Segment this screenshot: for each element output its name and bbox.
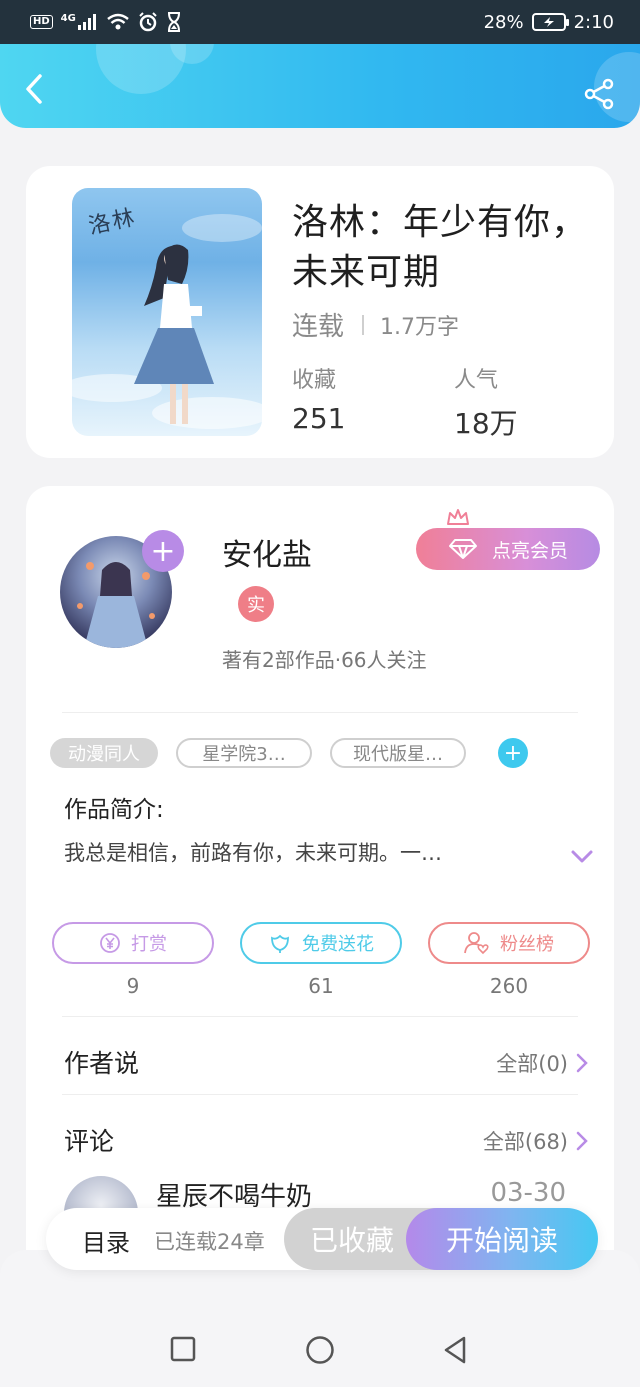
back-icon[interactable] [20,72,50,106]
comment-date: 03-30 [490,1178,566,1208]
favorites-value: 251 [292,402,346,435]
favorites-label: 收藏 [292,368,337,393]
signal-icon [77,14,96,30]
author-stats: 著有2部作品·66人关注 [222,648,427,672]
popularity-label: 人气 [454,368,499,393]
share-icon[interactable] [584,78,616,110]
add-tag-button[interactable]: + [498,738,528,768]
hourglass-icon [167,12,180,32]
chevron-right-icon [576,1053,588,1073]
vip-button[interactable]: 点亮会员 [416,528,600,570]
tag-item[interactable]: 星学院3… [176,738,312,768]
status-bar: HD 4G 28% 2:10 [0,0,640,44]
home-icon[interactable] [305,1335,335,1365]
status-right: 28% 2:10 [484,12,614,33]
hd-badge: HD [30,15,53,29]
chevron-right-icon [576,1131,588,1151]
fan-ranking-button[interactable]: 粉丝榜 [428,922,590,964]
start-reading-label: 开始阅读 [445,1224,558,1257]
meta-divider [362,314,365,335]
divider [62,1094,578,1095]
author-says-all-link[interactable]: 全部(0) [496,1048,588,1078]
favorited-label: 已收藏 [310,1224,395,1257]
header-bar [0,44,640,128]
intro-title: 作品简介: [64,797,164,823]
flower-icon [271,934,289,953]
word-count: 1.7万字 [380,314,460,340]
detail-card: + 安化盐 点亮会员 实 著有2部作品·66人关注 动漫同人 星学院3… 现代版… [26,486,614,1286]
send-flower-label: 免费送花 [302,934,374,955]
wifi-icon [107,13,129,30]
verified-badge: 实 [238,586,274,622]
divider [62,712,578,713]
recent-apps-icon[interactable] [170,1336,196,1362]
fan-ranking-label: 粉丝榜 [500,934,554,955]
fan-count: 260 [489,974,529,998]
start-reading-button[interactable]: 开始阅读 [406,1208,598,1270]
intro-text: 我总是相信，前路有你，未来可期。一… [64,841,442,865]
vip-button-label: 点亮会员 [491,539,568,562]
chevron-down-icon[interactable] [570,848,594,866]
comments-all-link[interactable]: 全部(68) [483,1126,588,1156]
author-says-all-label: 全部(0) [496,1052,568,1076]
bottom-action-bar: 目录 已连载24章 已收藏 开始阅读 [46,1208,598,1270]
author-says-title: 作者说 [64,1049,140,1078]
tip-button[interactable]: 打赏 [52,922,214,964]
tag-list: 动漫同人 星学院3… 现代版星… + [50,738,528,768]
system-navigation-bar [0,1250,640,1387]
network-type: 4G [60,12,76,24]
divider [62,1016,578,1017]
clock-time: 2:10 [573,11,614,33]
author-name[interactable]: 安化盐 [222,530,312,574]
battery-icon [531,13,569,31]
comments-all-label: 全部(68) [482,1130,568,1154]
fan-person-heart-icon [464,932,489,955]
tag-item[interactable]: 现代版星… [330,738,466,768]
yen-coin-icon [100,933,120,953]
chapter-count: 已连载24章 [154,1230,265,1254]
alarm-icon [139,12,157,32]
diamond-icon [448,539,477,559]
crown-icon [447,509,469,525]
book-cover[interactable]: 洛林 [72,188,262,436]
popularity-value: 18万 [454,407,518,440]
book-info-card: 洛林 洛林：年少有你，未来可期 连载 1.7万字 收藏 251 人气 18万 [26,166,614,458]
book-title: 洛林：年少有你，未来可期 [292,202,589,293]
flower-count: 61 [308,974,334,998]
battery-percent: 28% [483,11,524,33]
comments-title: 评论 [64,1127,115,1156]
send-flower-button[interactable]: 免费送花 [240,922,402,964]
follow-plus-button[interactable]: + [142,530,184,572]
tip-label: 打赏 [131,934,167,955]
back-triangle-icon[interactable] [442,1336,468,1364]
tag-item[interactable]: 动漫同人 [50,738,158,768]
toc-button[interactable]: 目录 [82,1223,130,1258]
serial-status: 连载 [292,312,345,342]
book-meta: 连载 1.7万字 [292,306,459,343]
status-left: HD 4G [30,12,182,32]
tip-count: 9 [126,974,140,998]
